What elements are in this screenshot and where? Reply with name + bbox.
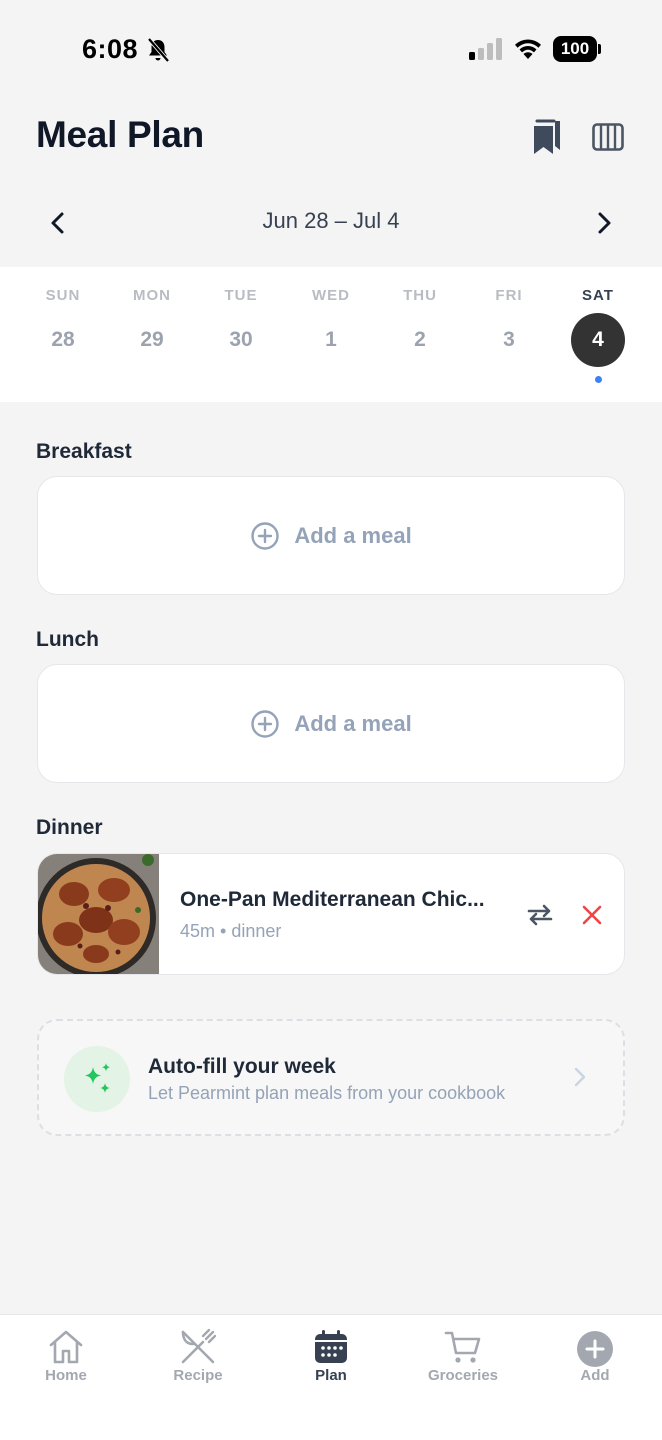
tab-add[interactable]: Add: [540, 1315, 650, 1405]
day-number: 29: [140, 328, 164, 351]
status-bar: 6:08 100: [0, 0, 662, 96]
day-name: FRI: [495, 287, 523, 304]
next-week-button[interactable]: [586, 204, 624, 242]
autofill-icon-badge: [64, 1046, 130, 1112]
dinner-meal-card[interactable]: One-Pan Mediterranean Chic... 45m • dinn…: [37, 853, 625, 975]
plus-circle-icon: [577, 1331, 613, 1367]
day-name: SAT: [582, 287, 614, 304]
day-number: 3: [503, 328, 515, 351]
saved-plans-button[interactable]: [526, 114, 568, 160]
day-number: 28: [51, 328, 75, 351]
tab-label: Add: [580, 1367, 610, 1384]
calendar-icon: [315, 1330, 347, 1363]
day-tue[interactable]: TUE 30: [205, 267, 277, 402]
utensils-icon: [181, 1328, 217, 1364]
columns-icon: [592, 123, 624, 151]
battery-indicator: 100: [553, 36, 601, 62]
tab-label: Home: [45, 1367, 87, 1384]
chevron-right-icon: [574, 1067, 586, 1087]
day-name: SUN: [45, 287, 81, 304]
tab-label: Plan: [315, 1367, 347, 1384]
meal-meta: 45m • dinner: [180, 921, 282, 941]
remove-meal-button[interactable]: [575, 898, 609, 932]
battery-level: 100: [553, 36, 597, 62]
swap-icon: [527, 904, 553, 926]
tab-recipe[interactable]: Recipe: [143, 1315, 253, 1405]
tab-bar: Home Recipe Plan Groceries Add: [0, 1314, 662, 1440]
day-thu[interactable]: THU 2: [384, 267, 456, 402]
signal-icon: [469, 38, 502, 60]
sparkles-icon: [85, 1063, 110, 1093]
day-number: 30: [229, 328, 253, 351]
day-number: 1: [325, 328, 337, 351]
day-mon[interactable]: MON 29: [116, 267, 188, 402]
autofill-title: Auto-fill your week: [148, 1055, 336, 1078]
breakfast-label: Breakfast: [36, 440, 132, 463]
day-selector: SUN 28 MON 29 TUE 30 WED 1 THU 2 FRI 3 S…: [0, 267, 662, 402]
lunch-label: Lunch: [36, 628, 99, 651]
week-view-button[interactable]: [588, 118, 628, 156]
tab-label: Recipe: [173, 1367, 223, 1384]
add-meal-label: Add a meal: [294, 522, 412, 548]
close-icon: [582, 905, 602, 925]
page-title: Meal Plan: [36, 114, 204, 155]
meal-photo: [38, 854, 159, 974]
tab-label: Groceries: [427, 1367, 499, 1384]
meal-title: One-Pan Mediterranean Chic...: [180, 888, 485, 911]
week-range-label: Jun 28 – Jul 4: [262, 208, 400, 233]
bell-muted-icon: [147, 37, 170, 63]
day-sat[interactable]: SAT 4: [562, 267, 634, 402]
today-indicator-dot: [595, 376, 602, 383]
wifi-icon: [515, 39, 541, 59]
day-number: 2: [414, 328, 426, 351]
day-name: THU: [403, 287, 437, 304]
status-time: 6:08: [82, 34, 139, 64]
dinner-label: Dinner: [36, 816, 103, 839]
home-icon: [49, 1330, 83, 1364]
day-wed[interactable]: WED 1: [295, 267, 367, 402]
bookmarks-icon: [534, 119, 560, 154]
autofill-week-card[interactable]: Auto-fill your week Let Pearmint plan me…: [37, 1019, 625, 1136]
day-number: 4: [571, 313, 625, 367]
swap-meal-button[interactable]: [522, 898, 558, 932]
add-breakfast-button[interactable]: Add a meal: [37, 476, 625, 595]
day-sun[interactable]: SUN 28: [27, 267, 99, 402]
tab-home[interactable]: Home: [11, 1315, 121, 1405]
week-navigator: Jun 28 – Jul 4: [0, 196, 662, 250]
tab-groceries[interactable]: Groceries: [408, 1315, 518, 1405]
day-name: MON: [133, 287, 171, 304]
plus-circle-icon: [251, 521, 280, 550]
autofill-subtitle: Let Pearmint plan meals from your cookbo…: [148, 1083, 506, 1103]
cart-icon: [444, 1331, 481, 1363]
chevron-right-icon: [598, 212, 611, 234]
tab-plan[interactable]: Plan: [276, 1315, 386, 1405]
day-name: WED: [312, 287, 350, 304]
day-fri[interactable]: FRI 3: [473, 267, 545, 402]
add-lunch-button[interactable]: Add a meal: [37, 664, 625, 783]
day-name: TUE: [224, 287, 258, 304]
plus-circle-icon: [251, 709, 280, 738]
add-meal-label: Add a meal: [294, 710, 412, 736]
